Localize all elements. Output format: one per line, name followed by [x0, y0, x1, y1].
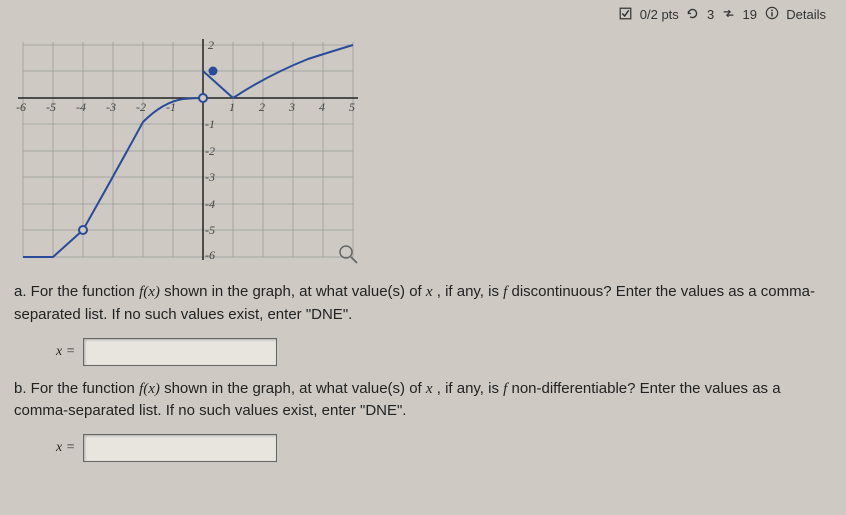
svg-text:4: 4: [319, 100, 325, 114]
answer-b-row: x =: [0, 424, 846, 468]
svg-text:-6: -6: [205, 248, 215, 262]
answer-a-label: x =: [56, 344, 75, 360]
svg-text:3: 3: [288, 100, 295, 114]
svg-text:2: 2: [208, 38, 214, 52]
svg-text:-6: -6: [16, 100, 26, 114]
svg-text:-3: -3: [205, 170, 215, 184]
svg-text:-5: -5: [46, 100, 56, 114]
svg-text:-4: -4: [76, 100, 86, 114]
retry-icon: [686, 7, 699, 23]
svg-text:5: 5: [349, 100, 355, 114]
zoom-icon: [340, 246, 357, 263]
info-icon: [765, 6, 779, 23]
details-link[interactable]: Details: [786, 7, 826, 22]
question-a-text: a. For the function f(x) shown in the gr…: [0, 275, 846, 328]
svg-text:2: 2: [259, 100, 265, 114]
svg-text:-4: -4: [205, 197, 215, 211]
svg-text:-1: -1: [205, 117, 215, 131]
svg-text:1: 1: [229, 100, 235, 114]
answer-b-label: x =: [56, 440, 75, 456]
svg-text:-2: -2: [205, 144, 215, 158]
attempts-text: 3: [707, 7, 714, 22]
retries-text: 19: [743, 7, 757, 22]
svg-text:-2: -2: [136, 100, 146, 114]
svg-text:-5: -5: [205, 223, 215, 237]
question-b-text: b. For the function f(x) shown in the gr…: [0, 372, 846, 425]
answer-a-input[interactable]: [83, 338, 277, 366]
points-text: 0/2 pts: [640, 7, 679, 22]
question-header: 0/2 pts 3 19 Details: [0, 0, 846, 25]
checkbox-icon: [619, 7, 632, 23]
answer-a-row: x =: [0, 328, 846, 372]
function-graph: -6-5-4 -3-2-1 123 45 21 -1-2-3 -4-5-6: [8, 27, 846, 275]
svg-text:-3: -3: [106, 100, 116, 114]
cycle-icon: [722, 7, 735, 23]
answer-b-input[interactable]: [83, 434, 277, 462]
